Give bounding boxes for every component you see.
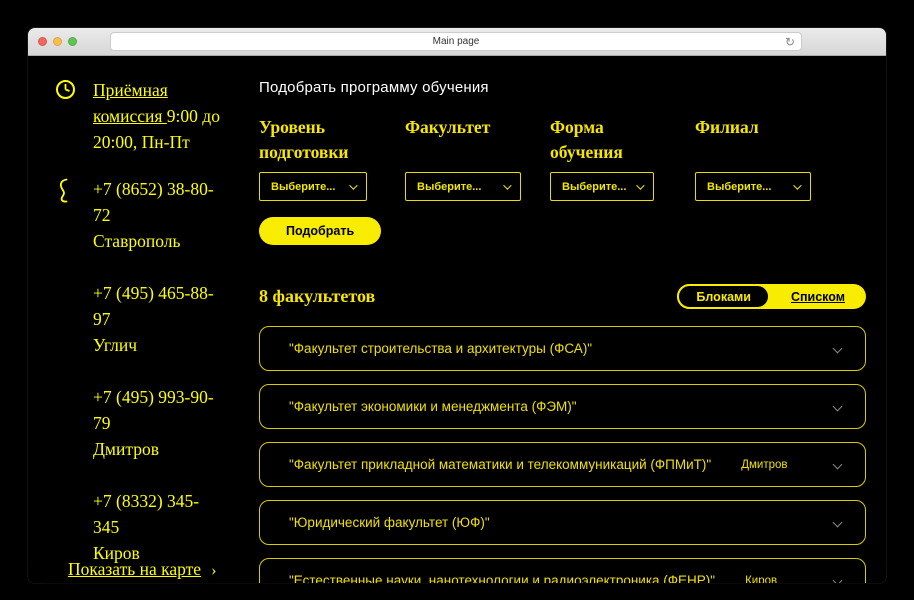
select-value: Выберите...	[562, 181, 626, 193]
chevron-down-icon	[833, 344, 843, 354]
chevron-down-icon	[349, 181, 357, 189]
phone-number[interactable]: +7 (8332) 345-345	[93, 488, 223, 540]
phone-entry: +7 (495) 993-90-79 Дмитров	[93, 384, 223, 462]
faculty-row[interactable]: "Юридический факультет (ЮФ)"	[259, 500, 866, 545]
faculty-select[interactable]: Выберите...	[405, 172, 521, 201]
faculty-list: "Факультет строительства и архитектуры (…	[259, 326, 866, 583]
view-toggle-blocks[interactable]: Блоками	[677, 284, 770, 309]
clock-icon	[55, 77, 93, 155]
level-select[interactable]: Выберите...	[259, 172, 367, 201]
view-toggle-list[interactable]: Списком	[770, 290, 866, 304]
chevron-down-icon	[833, 518, 843, 528]
close-window-button[interactable]	[38, 37, 47, 46]
page-title-text: Main page	[433, 36, 480, 47]
filter-branch: Филиал Выберите...	[695, 115, 866, 201]
filter-level: Уровень подготовки Выберите...	[259, 115, 405, 201]
filter-label: Форма обучения	[550, 115, 680, 172]
faculty-row[interactable]: "Факультет строительства и архитектуры (…	[259, 326, 866, 371]
phone-number[interactable]: +7 (495) 465-88-97	[93, 280, 223, 332]
phone-number[interactable]: +7 (495) 993-90-79	[93, 384, 223, 436]
chevron-down-icon	[833, 460, 843, 470]
address-bar[interactable]: Main page ↻	[110, 32, 802, 51]
faculty-title: "Факультет строительства и архитектуры (…	[289, 341, 592, 356]
reload-icon[interactable]: ↻	[785, 34, 795, 51]
page-heading: Подобрать программу обучения	[259, 79, 866, 96]
phone-city: Ставрополь	[93, 228, 223, 254]
faculty-title: "Факультет прикладной математики и телек…	[289, 457, 711, 472]
chevron-right-icon: ›	[211, 562, 216, 579]
faculty-count: 8 факультетов	[259, 286, 375, 307]
faculty-city: Дмитров	[741, 459, 787, 471]
admissions-office-link[interactable]: Приёмная комиссия	[93, 80, 168, 126]
select-value: Выберите...	[271, 181, 335, 193]
results-header: 8 факультетов Блоками Списком	[259, 284, 866, 309]
phone-entry: +7 (8332) 345-345 Киров	[93, 488, 223, 566]
phone-icon	[55, 171, 93, 583]
filter-faculty: Факультет Выберите...	[405, 115, 550, 201]
faculty-row[interactable]: "Факультет прикладной математики и телек…	[259, 442, 866, 487]
program-picker-main: Подобрать программу обучения Уровень под…	[259, 56, 886, 583]
chevron-down-icon	[793, 181, 801, 189]
phone-city: Углич	[93, 332, 223, 358]
branch-select[interactable]: Выберите...	[695, 172, 811, 201]
chevron-down-icon	[503, 181, 511, 189]
filter-label: Уровень подготовки	[259, 115, 389, 172]
show-on-map-label[interactable]: Показать на карте	[68, 559, 201, 579]
zoom-window-button[interactable]	[68, 37, 77, 46]
faculty-row[interactable]: "Естественные науки, нанотехнологии и ра…	[259, 558, 866, 583]
select-value: Выберите...	[707, 181, 771, 193]
study-form-select[interactable]: Выберите...	[550, 172, 654, 201]
phone-entry: +7 (8652) 38-80-72 Ставрополь	[93, 176, 223, 254]
browser-chrome: Main page ↻	[28, 28, 886, 56]
admissions-block: Приёмная комиссия 9:00 до 20:00, Пн-Пт	[55, 77, 259, 155]
phone-number[interactable]: +7 (8652) 38-80-72	[93, 176, 223, 228]
phone-city: Дмитров	[93, 436, 223, 462]
traffic-lights	[38, 37, 77, 46]
chevron-down-icon	[636, 181, 644, 189]
chevron-down-icon	[833, 402, 843, 412]
faculty-row[interactable]: "Факультет экономики и менеджмента (ФЭМ)…	[259, 384, 866, 429]
select-value: Выберите...	[417, 181, 481, 193]
minimize-window-button[interactable]	[53, 37, 62, 46]
filter-label: Факультет	[405, 115, 535, 172]
faculty-title: "Юридический факультет (ЮФ)"	[289, 515, 490, 530]
submit-filter-button[interactable]: Подобрать	[259, 217, 381, 245]
page-content: Приёмная комиссия 9:00 до 20:00, Пн-Пт +…	[28, 56, 886, 583]
filter-study-form: Форма обучения Выберите...	[550, 115, 695, 201]
faculty-title: "Естественные науки, нанотехнологии и ра…	[289, 573, 715, 583]
phone-entry: +7 (495) 465-88-97 Углич	[93, 280, 223, 358]
view-toggle: Блоками Списком	[677, 284, 866, 309]
filters-grid: Уровень подготовки Выберите... Факультет…	[259, 115, 866, 201]
browser-window: Main page ↻ Приёмная комиссия 9:00 до 20…	[28, 28, 886, 583]
faculty-title: "Факультет экономики и менеджмента (ФЭМ)…	[289, 399, 577, 414]
chevron-down-icon	[833, 576, 843, 583]
phones-block: +7 (8652) 38-80-72 Ставрополь +7 (495) 4…	[55, 171, 259, 583]
contacts-sidebar: Приёмная комиссия 9:00 до 20:00, Пн-Пт +…	[28, 56, 259, 583]
filter-label: Филиал	[695, 115, 825, 172]
show-on-map-link[interactable]: Показать на карте ›	[68, 559, 216, 580]
faculty-city: Киров	[745, 575, 777, 584]
